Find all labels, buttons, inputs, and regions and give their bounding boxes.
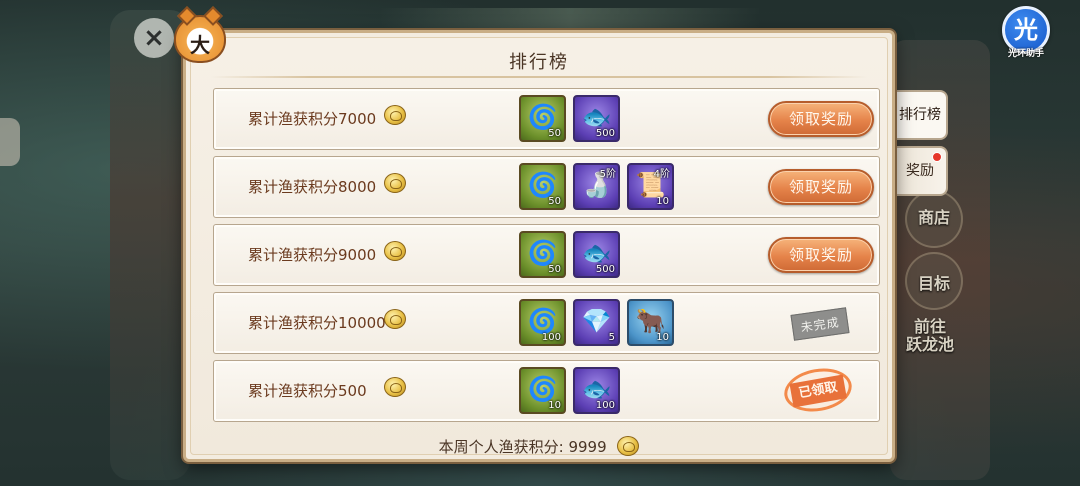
item-quantity: 100 bbox=[595, 400, 615, 411]
tab-rewards-label: 奖励 bbox=[906, 163, 934, 179]
fish-coin-icon bbox=[384, 377, 406, 397]
row-label: 累计渔获积分8000 bbox=[248, 178, 377, 196]
claim-reward-button[interactable]: 领取奖励 bbox=[768, 101, 874, 137]
helper-app-name: 光环助手 bbox=[1007, 49, 1044, 59]
panel-title: 排行榜 bbox=[509, 52, 569, 73]
reward-row-500: 累计渔获积分500 🌀 10 🐟 100 已领取 bbox=[213, 360, 880, 422]
scroll-book-icon[interactable]: 📜 4阶 10 bbox=[627, 163, 674, 210]
notification-dot bbox=[932, 152, 942, 162]
green-bead-icon[interactable]: 🌀 50 bbox=[519, 163, 566, 210]
claimed-stamp: 已领取 bbox=[780, 363, 856, 417]
header-divider bbox=[211, 76, 867, 78]
item-tier: 5阶 bbox=[599, 169, 616, 180]
background-left-tab bbox=[0, 118, 20, 166]
tab-ranking-label: 排行榜 bbox=[899, 107, 941, 123]
goto-pool-label-line2[interactable]: 跃龙池 bbox=[898, 335, 962, 355]
fish-coin-icon bbox=[617, 436, 640, 456]
claim-reward-button[interactable]: 领取奖励 bbox=[768, 169, 874, 205]
item-quantity: 500 bbox=[595, 264, 615, 275]
goal-label[interactable]: 目标 bbox=[902, 274, 966, 294]
helper-app-badge[interactable]: 光 光环助手 bbox=[997, 6, 1055, 59]
item-quantity: 50 bbox=[548, 196, 561, 207]
row-label: 累计渔获积分7000 bbox=[248, 110, 377, 128]
golden-fish-icon[interactable]: 🐟 100 bbox=[573, 367, 620, 414]
weekly-score-label: 本周个人渔获积分: bbox=[438, 438, 564, 456]
crystal-shard-icon[interactable]: 💎 5 bbox=[573, 299, 620, 346]
weekly-score-value: 9999 bbox=[568, 438, 607, 456]
fish-coin-icon bbox=[384, 173, 406, 193]
goto-pool-label-line1[interactable]: 前往 bbox=[898, 317, 962, 337]
item-quantity: 500 bbox=[595, 128, 615, 139]
ox-pet-icon[interactable]: 🐂 10 bbox=[627, 299, 674, 346]
panel-inner: 排行榜 累计渔获积分7000 🌀 50 🐟 500 领取奖励 累计渔获积分800… bbox=[190, 37, 888, 457]
fish-coin-icon bbox=[384, 309, 406, 329]
claimed-stamp-label: 已领取 bbox=[789, 374, 847, 408]
row-label: 累计渔获积分9000 bbox=[248, 246, 377, 264]
fish-coin-icon bbox=[384, 241, 406, 261]
row-label: 累计渔获积分10000 bbox=[248, 314, 386, 332]
item-tier: 4阶 bbox=[653, 169, 670, 180]
green-bead-icon[interactable]: 🌀 10 bbox=[519, 367, 566, 414]
ranking-panel: 排行榜 累计渔获积分7000 🌀 50 🐟 500 领取奖励 累计渔获积分800… bbox=[174, 6, 895, 462]
bait-bottle-icon[interactable]: 🍶 5阶 bbox=[573, 163, 620, 210]
item-quantity: 100 bbox=[541, 332, 561, 343]
reward-row-7000: 累计渔获积分7000 🌀 50 🐟 500 领取奖励 bbox=[213, 88, 880, 150]
claim-reward-button[interactable]: 领取奖励 bbox=[768, 237, 874, 273]
reward-row-10000: 累计渔获积分10000 🌀 100 💎 5 🐂 10 未完成 bbox=[213, 292, 880, 354]
cat-mascot-icon: 大 bbox=[174, 6, 226, 63]
background-scroll-left bbox=[110, 10, 190, 480]
close-icon[interactable]: × bbox=[134, 18, 174, 58]
fish-coin-icon bbox=[384, 105, 406, 125]
item-quantity: 10 bbox=[656, 196, 669, 207]
green-bead-icon[interactable]: 🌀 50 bbox=[519, 231, 566, 278]
green-bead-icon[interactable]: 🌀 50 bbox=[519, 95, 566, 142]
item-quantity: 5 bbox=[608, 332, 615, 343]
item-quantity: 10 bbox=[656, 332, 669, 343]
tab-ranking[interactable]: 排行榜 bbox=[894, 90, 948, 140]
reward-row-9000: 累计渔获积分9000 🌀 50 🐟 500 领取奖励 bbox=[213, 224, 880, 286]
golden-fish-icon[interactable]: 🐟 500 bbox=[573, 95, 620, 142]
item-quantity: 10 bbox=[548, 400, 561, 411]
item-quantity: 50 bbox=[548, 128, 561, 139]
panel-header: 排行榜 bbox=[231, 42, 847, 80]
green-bead-icon[interactable]: 🌀 100 bbox=[519, 299, 566, 346]
weekly-score-footer: 本周个人渔获积分: 9999 bbox=[191, 432, 887, 457]
shop-label[interactable]: 商店 bbox=[902, 208, 966, 228]
row-label: 累计渔获积分500 bbox=[248, 382, 367, 400]
tab-rewards[interactable]: 奖励 bbox=[894, 146, 948, 196]
golden-fish-icon[interactable]: 🐟 500 bbox=[573, 231, 620, 278]
item-quantity: 50 bbox=[548, 264, 561, 275]
incomplete-stamp: 未完成 bbox=[790, 307, 850, 341]
reward-row-8000: 累计渔获积分8000 🌀 50 🍶 5阶 📜 4阶 10 领取奖励 bbox=[213, 156, 880, 218]
